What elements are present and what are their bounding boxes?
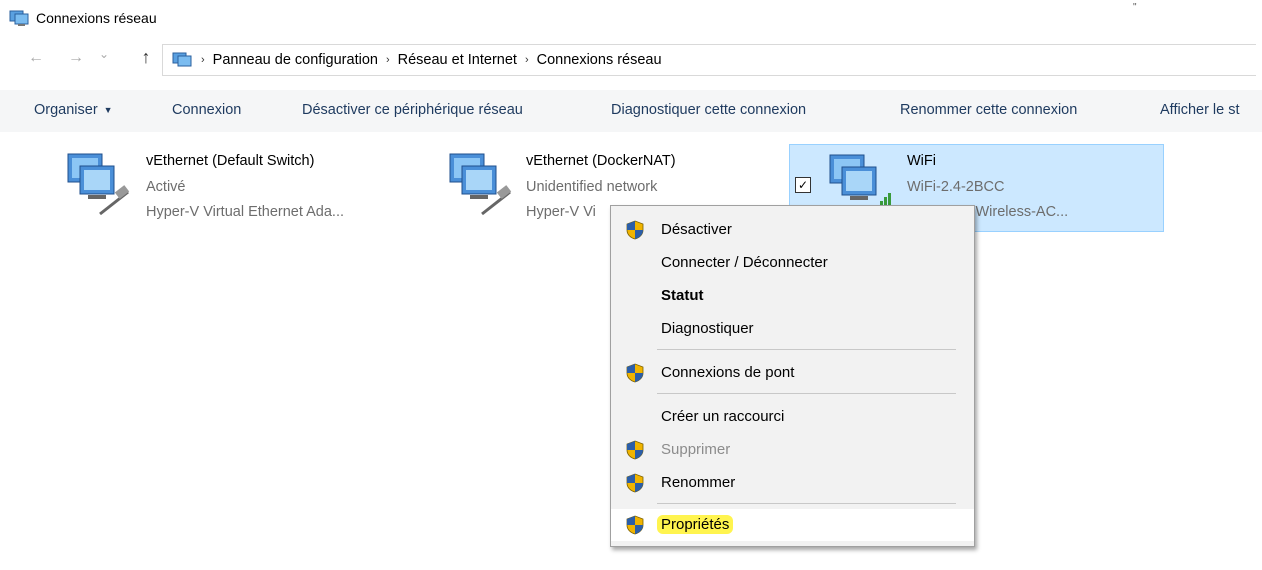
ethernet-adapter-icon (449, 153, 512, 216)
rename-connection-button[interactable]: Renommer cette connexion (900, 102, 1077, 118)
highlighted-label: Propriétés (657, 515, 734, 534)
network-connections-icon (9, 10, 29, 26)
connect-button[interactable]: Connexion (172, 102, 241, 118)
ethernet-adapter-icon (67, 153, 130, 216)
menu-item-properties[interactable]: Propriétés (611, 509, 974, 541)
view-status-button[interactable]: Afficher le st (1160, 102, 1240, 118)
menu-item-connect-disconnect[interactable]: Connecter / Déconnecter (611, 247, 974, 279)
uac-shield-icon (626, 473, 644, 493)
breadcrumb-network-connections[interactable]: Connexions réseau (537, 52, 662, 68)
diagnose-connection-button[interactable]: Diagnostiquer cette connexion (611, 102, 806, 118)
recent-locations-button[interactable]: ⌄ (92, 47, 116, 61)
breadcrumb-separator: › (524, 54, 529, 66)
menu-item-label: Statut (661, 287, 704, 304)
uac-shield-icon (626, 440, 644, 460)
window-title: Connexions réseau (36, 10, 157, 26)
menu-item-status[interactable]: Statut (611, 280, 974, 312)
command-bar: Organiser ▼ Connexion Désactiver ce périp… (0, 90, 1262, 132)
item-checkbox[interactable]: ✓ (795, 177, 811, 193)
address-bar: ← → ⌄ ↑ › Panneau de configuration › Rés… (0, 42, 1262, 78)
back-button[interactable]: ← (24, 49, 48, 67)
uac-shield-icon (626, 220, 644, 240)
corner-mark: " (1133, 2, 1137, 13)
menu-separator (657, 393, 956, 394)
menu-item-label: Renommer (661, 474, 736, 491)
connection-status: Unidentified network (526, 179, 658, 195)
connection-name: vEthernet (DockerNAT) (526, 153, 676, 169)
menu-item-label: Connecter / Déconnecter (661, 254, 828, 271)
connection-adapter: Hyper-V Virtual Ethernet Ada... (146, 204, 345, 220)
connection-name: vEthernet (Default Switch) (146, 153, 315, 169)
breadcrumb-separator: › (385, 54, 390, 66)
uac-shield-icon (626, 363, 644, 383)
menu-separator (657, 503, 956, 504)
menu-item-label: Supprimer (661, 441, 731, 458)
title-bar: Connexions réseau " (0, 0, 1262, 36)
menu-item-rename[interactable]: Renommer (611, 467, 974, 499)
connection-status: Activé (146, 179, 186, 195)
uac-shield-icon (626, 515, 644, 535)
organize-menu-button[interactable]: Organiser ▼ (34, 102, 113, 118)
up-button[interactable]: ↑ (134, 47, 158, 68)
menu-item-diagnose[interactable]: Diagnostiquer (611, 313, 974, 345)
menu-item-delete: Supprimer (611, 434, 974, 466)
menu-item-bridge-connections[interactable]: Connexions de pont (611, 357, 974, 389)
organize-label: Organiser (34, 102, 98, 118)
menu-item-label: Propriétés (657, 515, 734, 534)
connection-name: WiFi (907, 153, 936, 169)
network-location-icon (172, 52, 192, 67)
menu-separator (657, 349, 956, 350)
breadcrumb[interactable]: › Panneau de configuration › Réseau et I… (162, 44, 1256, 76)
menu-item-label: Désactiver (661, 221, 732, 238)
connection-item-default-switch[interactable]: vEthernet (Default Switch) Activé Hyper-… (58, 144, 434, 232)
menu-item-disable[interactable]: Désactiver (611, 214, 974, 246)
menu-item-create-shortcut[interactable]: Créer un raccourci (611, 401, 974, 433)
context-menu: Désactiver Connecter / Déconnecter Statu… (610, 205, 975, 547)
menu-item-label: Connexions de pont (661, 364, 795, 381)
disable-device-button[interactable]: Désactiver ce périphérique réseau (302, 102, 523, 118)
connection-status: WiFi-2.4-2BCC (907, 179, 1005, 195)
connection-adapter: Hyper-V Vi (526, 204, 596, 220)
forward-button[interactable]: → (64, 49, 88, 67)
breadcrumb-control-panel[interactable]: Panneau de configuration (213, 52, 378, 68)
breadcrumb-network-internet[interactable]: Réseau et Internet (398, 52, 517, 68)
menu-item-label: Diagnostiquer (661, 320, 754, 337)
menu-item-label: Créer un raccourci (661, 408, 785, 425)
breadcrumb-separator: › (201, 54, 205, 66)
dropdown-caret-icon: ▼ (103, 105, 113, 116)
